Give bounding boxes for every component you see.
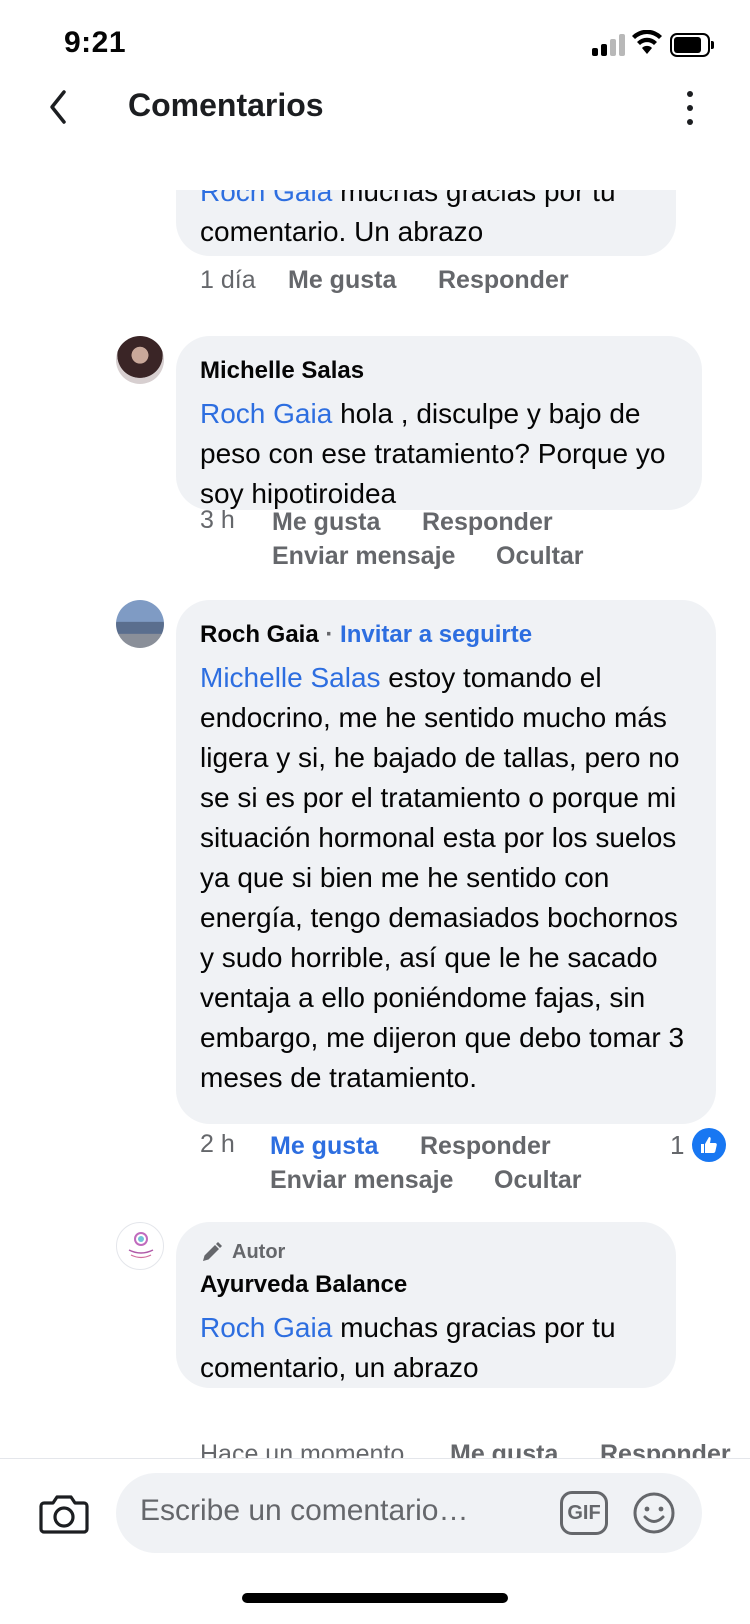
back-chevron-icon[interactable]	[40, 82, 80, 132]
battery-icon	[670, 33, 714, 57]
status-bar: 9:21	[0, 0, 750, 90]
comment-author[interactable]: Ayurveda Balance	[200, 1270, 650, 1300]
comment-time: 1 día	[200, 266, 256, 294]
reaction-summary[interactable]: 1	[670, 1128, 727, 1162]
more-vertical-icon[interactable]	[678, 88, 702, 128]
comment-bubble: Roch Gaia · Invitar a seguirte Michelle …	[176, 600, 716, 1124]
comment-author[interactable]: Michelle Salas	[200, 356, 676, 386]
comment-actions: 3 h Me gusta Responder Enviar mensaje Oc…	[200, 506, 680, 576]
comment-actions: Hace un momento Me gusta Responder	[200, 1440, 740, 1458]
reply-button[interactable]: Responder	[600, 1440, 731, 1458]
follow-invite-link[interactable]: Invitar a seguirte	[340, 621, 532, 648]
hide-button[interactable]: Ocultar	[496, 542, 584, 571]
like-button[interactable]: Me gusta	[272, 508, 380, 537]
send-message-button[interactable]: Enviar mensaje	[272, 542, 455, 571]
comment-time: 2 h	[200, 1130, 235, 1158]
avatar[interactable]	[116, 600, 164, 648]
mention-link[interactable]: Roch Gaia	[200, 398, 332, 429]
send-message-button[interactable]: Enviar mensaje	[270, 1166, 453, 1195]
author-badge: Autor	[200, 1238, 650, 1266]
camera-icon[interactable]	[38, 1487, 90, 1539]
brand-logo-icon	[128, 1232, 154, 1259]
comment-actions: 1 día Me gusta Responder	[200, 266, 680, 300]
comment-bubble: Roch Gaia muchas gracias por tu comentar…	[176, 190, 676, 256]
comment-list[interactable]: Roch Gaia muchas gracias por tu comentar…	[0, 190, 750, 1458]
gif-icon[interactable]: GIF	[560, 1491, 608, 1535]
comment-author[interactable]: Roch Gaia	[200, 621, 319, 648]
avatar[interactable]	[116, 1222, 164, 1270]
comment-input[interactable]: Escribe un comentario… GIF	[116, 1473, 702, 1553]
home-indicator[interactable]	[242, 1593, 508, 1603]
like-button[interactable]: Me gusta	[270, 1132, 378, 1161]
reaction-count: 1	[670, 1129, 685, 1160]
comment-actions: 2 h Me gusta Responder Enviar mensaje Oc…	[200, 1130, 680, 1200]
comment-input-placeholder: Escribe un comentario…	[140, 1494, 469, 1527]
header-bar	[0, 80, 750, 190]
reply-button[interactable]: Responder	[438, 266, 569, 295]
reply-button[interactable]: Responder	[420, 1132, 551, 1161]
pencil-icon	[203, 1242, 222, 1261]
avatar[interactable]	[116, 336, 164, 384]
emoji-icon[interactable]	[632, 1491, 676, 1535]
page-title: Comentarios	[128, 87, 324, 123]
like-button[interactable]: Me gusta	[450, 1440, 558, 1458]
comment-time: 3 h	[200, 506, 235, 534]
comment-time: Hace un momento	[200, 1440, 405, 1458]
comment-header: Roch Gaia · Invitar a seguirte	[200, 621, 533, 648]
comment-text: Roch Gaia hola , disculpe y bajo de peso…	[200, 398, 666, 509]
status-time: 9:21	[64, 26, 127, 59]
comment-text: Roch Gaia muchas gracias por tu comentar…	[200, 1312, 616, 1383]
thumbs-up-icon	[692, 1128, 727, 1162]
mention-link[interactable]: Michelle Salas	[200, 662, 381, 693]
like-button[interactable]: Me gusta	[288, 266, 396, 295]
cellular-signal-icon	[592, 34, 628, 56]
comment-text: Roch Gaia muchas gracias por tu comentar…	[200, 190, 650, 252]
mention-link[interactable]: Roch Gaia	[200, 1312, 332, 1343]
mention-link[interactable]: Roch Gaia	[200, 190, 332, 207]
wifi-icon	[632, 30, 662, 54]
reply-button[interactable]: Responder	[422, 508, 553, 537]
hide-button[interactable]: Ocultar	[494, 1166, 582, 1195]
comment-bubble: Michelle Salas Roch Gaia hola , disculpe…	[176, 336, 702, 510]
comment-text: Michelle Salas estoy tomando el endocrin…	[200, 662, 685, 1093]
comment-composer: Escribe un comentario… GIF	[0, 1458, 750, 1624]
comment-bubble: Autor Ayurveda Balance Roch Gaia muchas …	[176, 1222, 676, 1388]
